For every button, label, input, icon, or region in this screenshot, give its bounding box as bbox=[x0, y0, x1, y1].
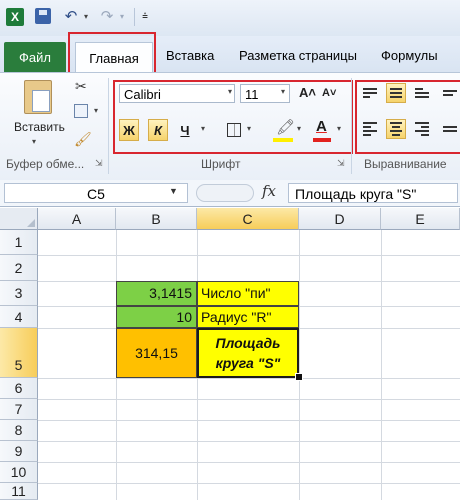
group-divider bbox=[108, 78, 109, 174]
font-launcher-icon[interactable]: ⇲ bbox=[337, 158, 345, 169]
row-header-5[interactable]: 5 bbox=[0, 328, 38, 378]
formula-bar-resize-handle[interactable] bbox=[196, 184, 254, 202]
customize-qat-icon[interactable]: ⩮ bbox=[139, 9, 151, 23]
column-header-e[interactable]: E bbox=[381, 208, 460, 230]
format-painter-icon[interactable]: 🖌 bbox=[74, 131, 92, 148]
copy-icon[interactable] bbox=[74, 104, 88, 118]
paste-button-label[interactable]: Вставить bbox=[14, 120, 65, 134]
tab-file[interactable]: Файл bbox=[4, 42, 66, 72]
row-header-9[interactable]: 9 bbox=[0, 441, 38, 462]
alignment-group-highlight-box bbox=[355, 80, 460, 154]
column-header-a[interactable]: A bbox=[38, 208, 116, 230]
row-header-3[interactable]: 3 bbox=[0, 281, 38, 306]
cell-c5-selected[interactable]: Площадь круга "S" bbox=[197, 328, 299, 378]
font-group-highlight-box bbox=[113, 80, 353, 154]
row-header-10[interactable]: 10 bbox=[0, 462, 38, 483]
clipboard-launcher-icon[interactable]: ⇲ bbox=[95, 158, 103, 169]
formula-input[interactable]: Площадь круга "S" bbox=[288, 183, 458, 203]
undo-dropdown-icon[interactable]: ▾ bbox=[82, 10, 90, 22]
cell-c4[interactable]: Радиус "R" bbox=[197, 306, 299, 328]
copy-dropdown-icon[interactable]: ▾ bbox=[94, 106, 98, 115]
row-header-6[interactable]: 6 bbox=[0, 378, 38, 399]
group-divider bbox=[351, 78, 352, 174]
name-box-dropdown-icon[interactable]: ▼ bbox=[169, 186, 178, 196]
save-icon[interactable] bbox=[35, 8, 51, 24]
tab-insert[interactable]: Вставка bbox=[166, 48, 214, 63]
row-header-4[interactable]: 4 bbox=[0, 306, 38, 328]
cell-b5[interactable]: 314,15 bbox=[116, 328, 197, 378]
cell-b3[interactable]: 3,1415 bbox=[116, 281, 197, 306]
paste-dropdown-icon[interactable]: ▾ bbox=[32, 137, 36, 146]
cell-b4[interactable]: 10 bbox=[116, 306, 197, 328]
cut-icon[interactable]: ✂ bbox=[75, 78, 87, 95]
qat-divider bbox=[134, 8, 135, 26]
column-header-b[interactable]: B bbox=[116, 208, 197, 230]
fill-handle[interactable] bbox=[295, 373, 303, 381]
column-header-d[interactable]: D bbox=[299, 208, 381, 230]
redo-icon[interactable]: ↷ bbox=[98, 7, 116, 25]
column-header-c[interactable]: C bbox=[197, 208, 299, 230]
paste-icon[interactable] bbox=[24, 80, 52, 114]
tab-page-layout[interactable]: Разметка страницы bbox=[239, 48, 357, 63]
alignment-group-label: Выравнивание bbox=[364, 157, 447, 171]
home-tab-highlight-box bbox=[68, 32, 156, 74]
excel-logo-icon[interactable]: X bbox=[6, 8, 24, 26]
name-box[interactable]: C5 bbox=[4, 183, 188, 203]
row-header-2[interactable]: 2 bbox=[0, 255, 38, 281]
select-all-corner[interactable] bbox=[0, 208, 38, 230]
row-header-1[interactable]: 1 bbox=[0, 230, 38, 255]
insert-function-icon[interactable]: fx bbox=[262, 182, 276, 200]
font-group-label: Шрифт bbox=[201, 157, 241, 171]
row-header-11[interactable]: 11 bbox=[0, 483, 38, 500]
row-header-8[interactable]: 8 bbox=[0, 420, 38, 441]
row-header-7[interactable]: 7 bbox=[0, 399, 38, 420]
redo-dropdown-icon[interactable]: ▾ bbox=[118, 10, 126, 22]
cell-c3[interactable]: Число "пи" bbox=[197, 281, 299, 306]
undo-icon[interactable]: ↶ bbox=[62, 7, 80, 25]
clipboard-group-label: Буфер обме... bbox=[6, 157, 85, 171]
tab-formulas[interactable]: Формулы bbox=[381, 48, 438, 63]
